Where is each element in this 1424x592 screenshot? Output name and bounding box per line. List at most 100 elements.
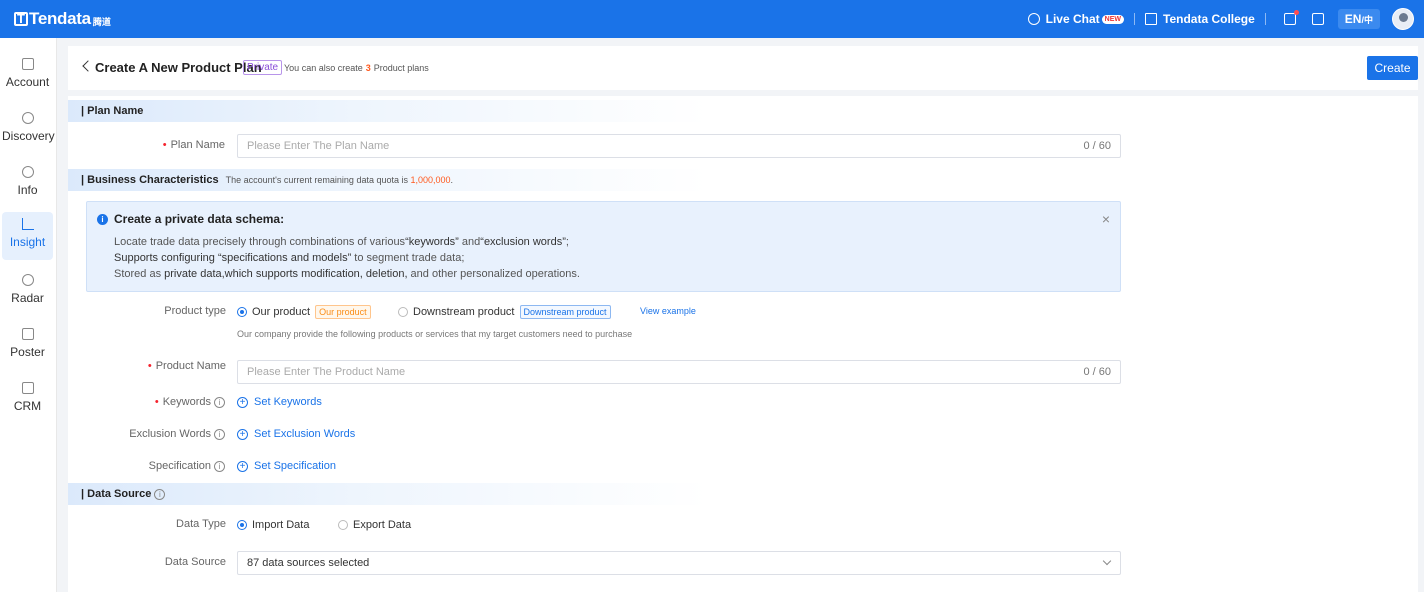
product-name-label: • Product Name [148,360,226,372]
plus-circle-icon: + [237,428,248,440]
sidebar-item-label: Insight [9,235,46,249]
quota-suffix: . [450,175,454,185]
help-icon[interactable]: i [154,488,166,500]
section-title: | Plan Name [81,105,144,117]
radio-our-product[interactable]: Our product Our product [237,305,371,319]
help-icon[interactable]: i [214,428,225,440]
college-label: Tendata College [1163,12,1255,26]
button-label: Set Specification [254,460,336,472]
radio-export-data[interactable]: Export Data [338,519,411,531]
live-chat-button[interactable]: Live Chat NEW [1027,12,1124,26]
sidebar-item-poster[interactable]: Poster [2,322,53,370]
note-suffix: Product plans [373,63,429,73]
logo-suffix: 腾道 [92,16,111,27]
logo-text: Tendata [29,9,91,28]
radio-unchecked-icon [338,520,348,530]
alert-emphasis: “exclusion words” [480,236,566,248]
label-text: Plan Name [170,139,225,151]
avatar[interactable] [1392,8,1414,30]
required-mark: • [147,360,152,372]
sidebar-item-crm[interactable]: CRM [2,376,53,424]
alert-line-2: Supports configuring “specifications and… [114,252,464,264]
label-text: Product Name [155,360,226,372]
home-icon [21,58,34,70]
alert-text: Locate trade data precisely through comb… [114,236,406,248]
sidebar-item-discovery[interactable]: Discovery [2,106,55,154]
input-placeholder: Please Enter The Product Name [247,366,406,378]
sidebar-item-insight[interactable]: Insight [2,212,53,260]
quota-value: 1,000,000 [410,175,451,185]
radio-label: Export Data [353,519,412,531]
discovery-icon [21,112,34,124]
section-title: | Business Characteristics [81,174,219,186]
keywords-label: • Keywords i [155,396,225,408]
sidebar-item-info[interactable]: Info [2,160,53,208]
specification-label: Specification i [149,460,225,472]
back-arrow-icon[interactable] [82,60,94,72]
sidebar-item-radar[interactable]: Radar [2,268,53,316]
live-chat-label: Live Chat [1045,12,1100,26]
view-example-link[interactable]: View example [640,306,696,316]
plan-name-section-heading: | Plan Name [68,100,708,122]
label-text: Exclusion Words [129,428,211,440]
alert-title: Create a private data schema: [114,212,285,226]
label-text: Keywords [162,396,211,408]
data-type-label: Data Type [176,518,226,530]
help-icon[interactable]: i [214,460,225,472]
create-button[interactable]: Create [1367,56,1418,80]
note-prefix: You can also create [284,63,363,73]
tendata-college-link[interactable]: Tendata College [1145,12,1255,26]
insight-chart-icon [21,218,34,230]
sidebar-item-label: Poster [10,345,45,359]
radio-unchecked-icon [398,307,408,317]
private-schema-alert: i Create a private data schema: Locate t… [86,201,1121,292]
alert-text: ; [565,236,569,248]
product-type-hint: Our company provide the following produc… [237,329,633,339]
plan-form: | Plan Name • Plan Name Please Enter The … [68,96,1418,592]
input-placeholder: Please Enter The Plan Name [247,140,390,152]
note-count: 3 [365,63,371,73]
language-switch[interactable]: EN/中 [1337,9,1380,29]
required-mark: • [154,396,159,408]
sidebar-item-label: Radar [11,291,44,305]
data-source-select[interactable]: 87 data sources selected [237,551,1121,575]
downstream-tag: Downstream product [519,305,611,319]
radio-import-data[interactable]: Import Data [237,519,309,531]
tendata-logo[interactable]: Tendata 腾道 [14,9,111,29]
required-mark: • [162,139,167,151]
close-icon[interactable]: × [1102,211,1110,227]
plan-name-input[interactable]: Please Enter The Plan Name 0 / 60 [237,134,1121,158]
language-current: EN [1344,12,1362,26]
data-source-section-heading: | Data Source i [68,483,708,505]
set-keywords-button[interactable]: + Set Keywords [237,396,322,408]
quota-note: The account's current remaining data quo… [226,175,453,185]
info-icon: i [97,214,108,225]
alert-text: to segment trade data; [351,252,465,264]
label-text: Specification [148,460,211,472]
alert-text: and [458,236,481,248]
help-icon[interactable]: i [214,396,225,408]
button-label: Set Keywords [254,396,322,408]
set-specification-button[interactable]: + Set Specification [237,460,336,472]
exclusion-words-label: Exclusion Words i [129,428,225,440]
char-counter: 0 / 60 [1083,366,1111,378]
top-bar: Tendata 腾道 Live Chat NEW Tendata College… [0,0,1424,38]
set-exclusion-words-button[interactable]: + Set Exclusion Words [237,428,355,440]
college-icon [1145,13,1157,25]
sidebar-item-account[interactable]: Account [2,52,53,100]
notification-icon[interactable] [1283,10,1299,25]
alert-text: and other personalized operations. [407,268,580,280]
radio-downstream-product[interactable]: Downstream product Downstream product [398,305,611,319]
section-title: | Data Source [81,488,152,500]
alert-text: Stored as [114,268,165,280]
top-right-actions: Live Chat NEW Tendata College EN/中 [1027,0,1414,38]
radio-label: Import Data [252,519,310,531]
page-header: Create A New Product Plan Private You ca… [68,46,1418,90]
divider [1134,13,1135,25]
poster-icon [21,328,34,340]
select-value: 87 data sources selected [247,557,370,569]
product-name-input[interactable]: Please Enter The Product Name 0 / 60 [237,360,1121,384]
alert-line-1: Locate trade data precisely through comb… [114,236,569,248]
fullscreen-icon[interactable] [1311,13,1324,25]
sidebar-item-label: Discovery [2,129,55,143]
